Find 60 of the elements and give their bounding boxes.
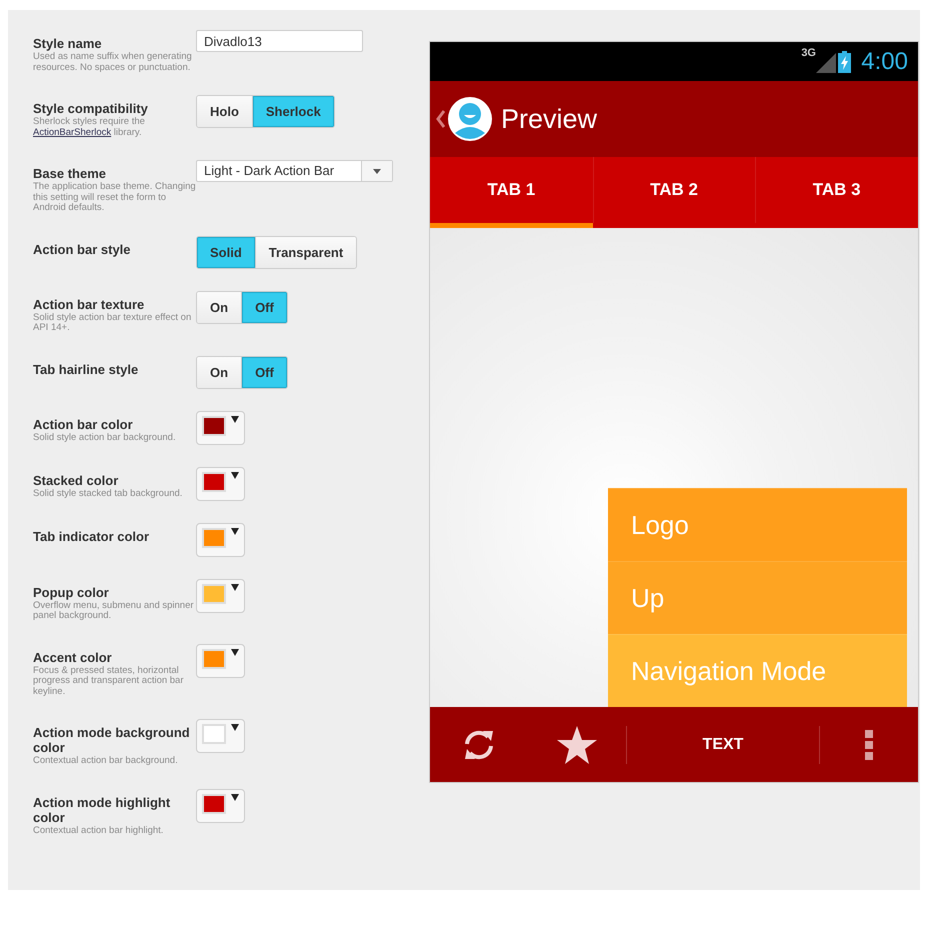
caret-icon [231,472,239,478]
setting-description: The application base theme. Changing this setting will reset the form to Android defaults. [33,182,196,214]
toggle-option[interactable]: On [197,292,242,322]
setting-description: Solid style action bar texture effect on API 14+. [33,312,192,334]
setting-description: Solid style action bar background. [33,432,177,443]
style-name-field[interactable]: Divadlo13 [196,30,363,52]
color-picker[interactable] [196,578,245,612]
battery-icon [838,50,852,72]
setting-description: Contextual action bar background. [33,756,179,766]
setting-label: Action bar texture [33,296,146,312]
star-icon[interactable] [557,726,597,764]
dropdown-arrow-icon [373,168,381,174]
tab[interactable]: TAB 3 [755,157,918,228]
caret-icon [231,648,239,656]
setting-label: Tab hairline style [33,362,140,376]
overflow-menu-icon[interactable] [865,730,873,760]
back-chevron-icon[interactable] [436,110,445,128]
theme-dropdown[interactable]: Light - Dark Action Bar [196,160,393,182]
setting-label: Popup color [33,584,110,600]
setting-label: Base theme [33,166,107,181]
setting-description: Overflow menu, submenu and spinner panel background. [33,600,195,622]
setting-label: Stacked color [33,472,120,488]
library-link[interactable]: ActionBarSherlock [33,126,112,138]
toggle-option[interactable]: Holo [197,96,253,127]
caret-icon [231,528,239,534]
caret-icon [231,794,239,800]
color-picker[interactable] [196,522,245,556]
toggle-option[interactable]: Off [242,356,287,388]
setting-label: Action mode highlight color [33,794,172,824]
color-picker[interactable] [196,644,245,678]
color-picker[interactable] [196,466,245,500]
caret-icon [231,416,239,422]
setting-label: Tab indicator color [33,528,150,544]
avatar-icon [448,97,492,141]
color-picker[interactable] [196,410,245,444]
setting-label: Action mode background color [33,725,191,755]
setting-description: Used as name suffix when generating resources. No spaces or punctuation. [33,52,193,73]
setting-label: Style name [33,36,103,51]
color-picker[interactable] [196,719,245,753]
setting-description: Focus & pressed states, horizontal progress and transparent action bar keyline. [33,666,185,697]
caret-icon [231,584,239,590]
tab[interactable]: TAB 2 [592,157,756,228]
toggle-option[interactable]: Sherlock [252,96,334,127]
caret-icon [231,724,239,731]
setting-description: Solid style stacked tab background. [33,488,184,499]
setting-label: Action bar color [33,416,134,432]
toggle-option[interactable]: Solid [197,236,256,268]
action-bar-title: Preview [501,104,598,134]
text-action-button[interactable]: TEXT [692,730,754,760]
toggle-option[interactable]: Off [242,292,287,322]
clock-time: 4:00 [861,48,908,76]
color-picker[interactable] [196,788,245,822]
setting-label: Style compatibility [33,101,149,116]
setting-description: Sherlock styles require the ActionBarSherlock library. [33,117,146,138]
setting-label: Accent color [33,650,113,664]
network-label: 3G [801,47,816,59]
toggle-option[interactable]: Transparent [256,236,356,268]
setting-description: Contextual action bar highlight. [33,826,164,836]
setting-label: Action bar style [33,242,132,256]
toggle-option[interactable]: On [197,356,242,388]
